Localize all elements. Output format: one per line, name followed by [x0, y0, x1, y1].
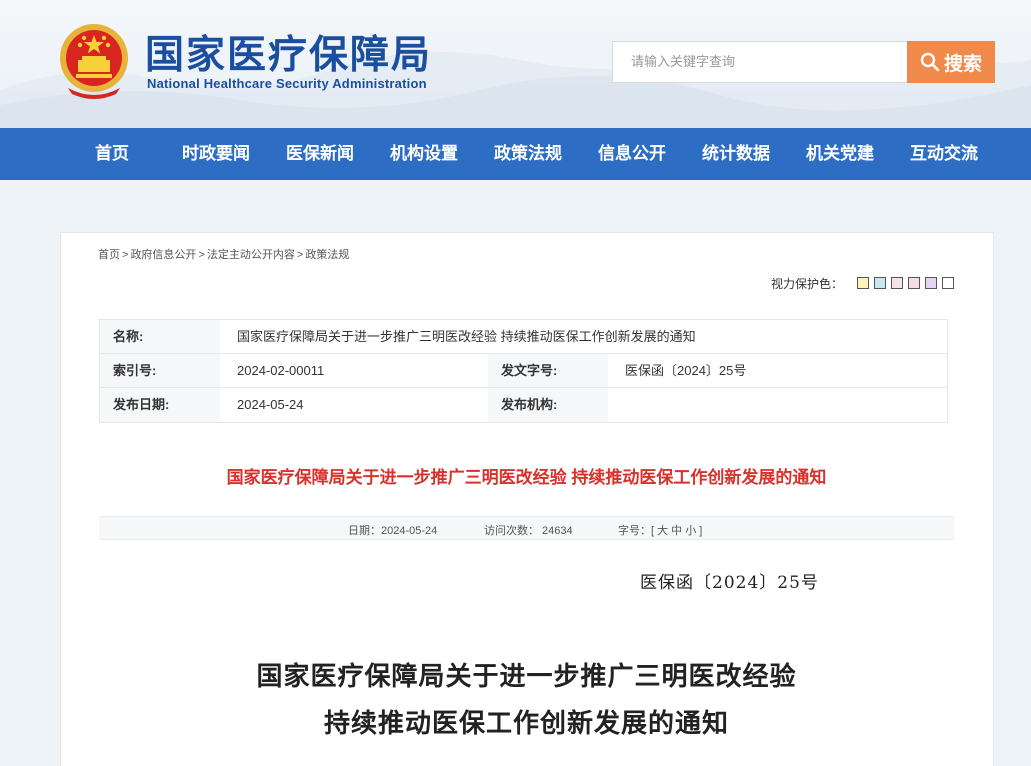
breadcrumb-statutory[interactable]: 法定主动公开内容 — [207, 249, 295, 261]
meta-date-value: 2024-05-24 — [220, 388, 488, 422]
document-number: 医保函〔2024〕25号 — [640, 573, 819, 593]
article-headline: 国家医疗保障局关于进一步推广三明医改经验 持续推动医保工作创新发展的通知 — [226, 468, 827, 487]
document-title-line-1: 国家医疗保障局关于进一步推广三明医改经验 — [256, 662, 797, 692]
search-icon — [920, 52, 940, 72]
meta-docno-label: 发文字号: — [488, 354, 608, 388]
metadata-table: 名称: 国家医疗保障局关于进一步推广三明医改经验 持续推动医保工作创新发展的通知… — [99, 319, 948, 423]
article-date: 日期：2024-05-24 — [348, 525, 438, 537]
search-button-label: 搜索 — [943, 53, 982, 75]
meta-index-value: 2024-02-00011 — [220, 354, 488, 388]
eye-protection-label: 视力保护色： — [771, 277, 844, 291]
meta-org-label: 发布机构: — [488, 388, 608, 422]
meta-date-label: 发布日期: — [100, 388, 220, 422]
nav-item-political-news[interactable]: 时政要闻 — [182, 128, 250, 180]
breadcrumb-policies[interactable]: 政策法规 — [305, 249, 349, 261]
nav-item-healthcare-news[interactable]: 医保新闻 — [286, 128, 354, 180]
swatch-pink[interactable] — [908, 277, 920, 289]
site-subtitle: National Healthcare Security Administrat… — [147, 76, 427, 91]
meta-name-label: 名称: — [100, 320, 220, 354]
swatch-white[interactable] — [942, 277, 954, 289]
breadcrumb-separator: > — [122, 249, 129, 261]
meta-index-label: 索引号: — [100, 354, 220, 388]
font-size-control[interactable]: 字号：[ 大 中 小 ] — [618, 522, 702, 538]
nav-item-home[interactable]: 首页 — [95, 128, 129, 180]
article-info-bar: 日期：2024-05-24 访问次数： 24634 字号：[ 大 中 小 ] — [99, 516, 954, 540]
search-input[interactable]: 请输入关键字查询 — [612, 41, 908, 83]
search-button[interactable]: 搜索 — [907, 41, 995, 83]
swatch-purple[interactable] — [925, 277, 937, 289]
nav-item-organization[interactable]: 机构设置 — [390, 128, 458, 180]
swatch-yellow[interactable] — [857, 277, 869, 289]
national-emblem-icon[interactable] — [58, 20, 130, 100]
breadcrumb-disclosure[interactable]: 政府信息公开 — [130, 249, 196, 261]
breadcrumb: 首页 > 政府信息公开 > 法定主动公开内容 > 政策法规 — [98, 246, 349, 262]
swatch-blue[interactable] — [874, 277, 886, 289]
nav-item-disclosure[interactable]: 信息公开 — [598, 128, 666, 180]
document-title-line-2: 持续推动医保工作创新发展的通知 — [323, 709, 729, 739]
nav-item-policies[interactable]: 政策法规 — [494, 128, 562, 180]
visit-count: 访问次数： 24634 — [484, 525, 573, 537]
nav-item-interaction[interactable]: 互动交流 — [910, 128, 978, 180]
site-title[interactable]: 国家医疗保障局 — [145, 24, 432, 80]
site-header: 国家医疗保障局 National Healthcare Security Adm… — [0, 0, 1031, 128]
breadcrumb-home[interactable]: 首页 — [98, 249, 120, 261]
breadcrumb-separator: > — [198, 249, 205, 261]
nav-item-statistics[interactable]: 统计数据 — [702, 128, 770, 180]
nav-item-party-building[interactable]: 机关党建 — [806, 128, 874, 180]
swatch-beige[interactable] — [891, 277, 903, 289]
main-nav: 首页 时政要闻 医保新闻 机构设置 政策法规 信息公开 统计数据 机关党建 互动… — [0, 128, 1031, 180]
meta-name-value: 国家医疗保障局关于进一步推广三明医改经验 持续推动医保工作创新发展的通知 — [220, 320, 947, 354]
breadcrumb-separator: > — [296, 249, 304, 261]
meta-docno-value: 医保函〔2024〕25号 — [608, 354, 947, 388]
meta-org-value — [608, 388, 947, 422]
